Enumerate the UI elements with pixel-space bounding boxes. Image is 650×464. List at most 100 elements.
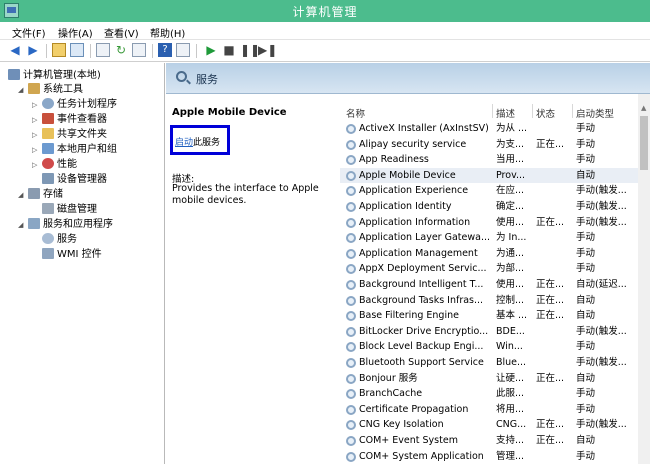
column-header-startup-type[interactable]: 启动类型 — [576, 106, 614, 120]
service-description-cell: 为通... — [496, 247, 525, 259]
table-row[interactable]: COM+ System Application 管理... 手动 — [340, 449, 644, 464]
pause-service-icon[interactable]: ❚❚ — [240, 43, 260, 57]
refresh-icon[interactable]: ↻ — [114, 43, 128, 57]
table-row[interactable]: Bonjour 服务 让硬... 正在... 自动 — [340, 371, 644, 387]
table-row[interactable]: Background Tasks Infras... 控制... 正在... 自动 — [340, 293, 644, 309]
table-row[interactable]: Certificate Propagation 将用... 手动 — [340, 402, 644, 418]
service-description-cell: 在应... — [496, 185, 525, 197]
collapse-arrow-icon[interactable]: ◢ — [18, 218, 26, 232]
gear-icon — [346, 404, 356, 415]
tree-item-system-tools[interactable]: ◢ 系统工具 — [18, 83, 83, 97]
gear-icon — [346, 264, 356, 275]
forward-arrow-icon[interactable]: ▶ — [26, 43, 40, 57]
tree-item-shared-folders[interactable]: ▷ 共享文件夹 — [32, 128, 107, 142]
tree-item-disk-management[interactable]: 磁盘管理 — [42, 203, 97, 217]
help-icon[interactable]: ? — [158, 43, 172, 57]
table-row[interactable]: Application Information 使用... 正在... 手动(触发..… — [340, 215, 644, 231]
tree-item-task-scheduler[interactable]: ▷ 任务计划程序 — [32, 98, 117, 112]
table-row[interactable]: ActiveX Installer (AxInstSV) 为从 ... 手动 — [340, 121, 644, 137]
search-icon — [176, 71, 187, 82]
table-row[interactable]: COM+ Event System 支持... 正在... 自动 — [340, 433, 644, 449]
table-row[interactable]: Application Management 为通... 手动 — [340, 246, 644, 262]
menu-file[interactable]: 文件(F) — [12, 25, 46, 40]
up-folder-icon[interactable] — [52, 43, 66, 57]
stop-service-icon[interactable]: ■ — [222, 43, 236, 57]
tree-item-services[interactable]: 服务 — [42, 233, 77, 247]
column-header-name[interactable]: 名称 — [346, 106, 365, 120]
table-row[interactable]: Application Experience 在应... 手动(触发... — [340, 183, 644, 199]
performance-icon — [42, 158, 54, 169]
service-name-cell: COM+ System Application — [359, 450, 484, 462]
table-row[interactable]: CNG Key Isolation CNG... 正在... 手动(触发... — [340, 417, 644, 433]
table-row[interactable]: Background Intelligent T... 使用... 正在... 自动(… — [340, 277, 644, 293]
expand-arrow-icon[interactable]: ▷ — [32, 158, 40, 172]
service-name-cell: Application Identity — [359, 201, 452, 212]
tree-item-storage[interactable]: ◢ 存储 — [18, 188, 63, 202]
restart-service-icon[interactable]: ▶❚ — [258, 43, 277, 57]
table-row[interactable]: Apple Mobile Device Prov... 自动 — [340, 167, 644, 184]
service-name-cell: Background Intelligent T... — [359, 279, 484, 290]
menu-view[interactable]: 查看(V) — [104, 25, 139, 40]
expand-arrow-icon[interactable]: ▷ — [32, 143, 40, 157]
service-name-cell: ActiveX Installer (AxInstSV) — [359, 123, 489, 134]
expand-arrow-icon[interactable]: ▷ — [32, 113, 40, 127]
menu-action[interactable]: 操作(A) — [58, 25, 93, 40]
show-hide-tree-icon[interactable] — [70, 43, 84, 57]
gear-icon — [346, 170, 356, 181]
expand-arrow-icon[interactable]: ▷ — [32, 128, 40, 142]
gear-icon — [346, 155, 356, 166]
service-startup-cell: 手动(触发... — [576, 216, 627, 228]
title-bar: 计算机管理 — [0, 0, 650, 22]
vertical-scrollbar[interactable]: ▲ — [638, 94, 650, 464]
collapse-arrow-icon[interactable]: ◢ — [18, 83, 26, 97]
services-header: 服务 — [166, 63, 650, 94]
tree-item-computer-management[interactable]: 计算机管理(本地) — [8, 69, 101, 83]
scroll-up-arrow-icon[interactable]: ▲ — [641, 104, 646, 112]
table-row[interactable]: Alipay security service 为支... 正在... 手动 — [340, 137, 644, 153]
service-name-cell: COM+ Event System — [359, 435, 458, 446]
menu-bar: 文件(F) 操作(A) 查看(V) 帮助(H) — [0, 22, 650, 40]
column-header-status[interactable]: 状态 — [536, 106, 555, 120]
service-name-cell: Base Filtering Engine — [359, 310, 459, 322]
service-name-cell: Application Layer Gatewa... — [359, 232, 491, 244]
table-row[interactable]: BranchCache 此服... 手动 — [340, 386, 644, 402]
tree-item-services-applications[interactable]: ◢ 服务和应用程序 — [18, 218, 113, 232]
gear-icon — [346, 202, 356, 212]
start-service-icon[interactable]: ▶ — [204, 43, 218, 57]
table-row[interactable]: Application Layer Gatewa... 为 In... 手动 — [340, 230, 644, 246]
shared-folder-icon — [42, 128, 54, 139]
service-startup-cell: 手动(触发... — [576, 357, 627, 368]
expand-arrow-icon[interactable]: ▷ — [32, 98, 40, 112]
gear-icon — [346, 124, 356, 134]
service-description-cell: 使用... — [496, 279, 525, 290]
tree-item-wmi-control[interactable]: WMI 控件 — [42, 248, 102, 262]
gear-icon — [346, 373, 356, 384]
service-startup-cell: 手动(触发... — [576, 185, 627, 197]
table-row[interactable]: Block Level Backup Engi... Win... 手动 — [340, 339, 644, 355]
start-service-link[interactable]: 启动此服务 — [175, 135, 220, 148]
tree-item-performance[interactable]: ▷ 性能 — [32, 158, 77, 172]
scrollbar-thumb[interactable] — [640, 116, 648, 170]
export-list-icon[interactable] — [132, 43, 146, 57]
table-row[interactable]: App Readiness 当用... 手动 — [340, 152, 644, 168]
table-row[interactable]: Bluetooth Support Service Blue... 手动(触发... — [340, 355, 644, 371]
tree-item-event-viewer[interactable]: ▷ 事件查看器 — [32, 113, 107, 127]
storage-icon — [28, 188, 40, 199]
menu-help[interactable]: 帮助(H) — [150, 25, 185, 40]
tree-item-local-users-groups[interactable]: ▷ 本地用户和组 — [32, 143, 117, 157]
service-description-cell: 将用... — [496, 403, 525, 415]
table-row[interactable]: BitLocker Drive Encryptio... BDE... 手动(触发.… — [340, 324, 644, 340]
collapse-arrow-icon[interactable]: ◢ — [18, 188, 26, 202]
service-description-cell: CNG... — [496, 419, 527, 431]
show-action-pane-icon[interactable] — [176, 43, 190, 57]
column-header-description[interactable]: 描述 — [496, 106, 515, 120]
tree-item-device-manager[interactable]: 设备管理器 — [42, 173, 107, 187]
table-row[interactable]: Base Filtering Engine 基本 ... 正在... 自动 — [340, 308, 644, 324]
start-link-suffix[interactable]: 此服务 — [193, 138, 220, 148]
start-link-text[interactable]: 启动 — [175, 138, 193, 148]
table-row[interactable]: AppX Deployment Servic... 为部... 手动 — [340, 261, 644, 277]
description-text: Provides the interface to Apple mobile d… — [172, 183, 319, 206]
table-row[interactable]: Application Identity 确定... 手动(触发... — [340, 199, 644, 215]
properties-icon[interactable] — [96, 43, 110, 57]
back-arrow-icon[interactable]: ◀ — [8, 43, 22, 57]
